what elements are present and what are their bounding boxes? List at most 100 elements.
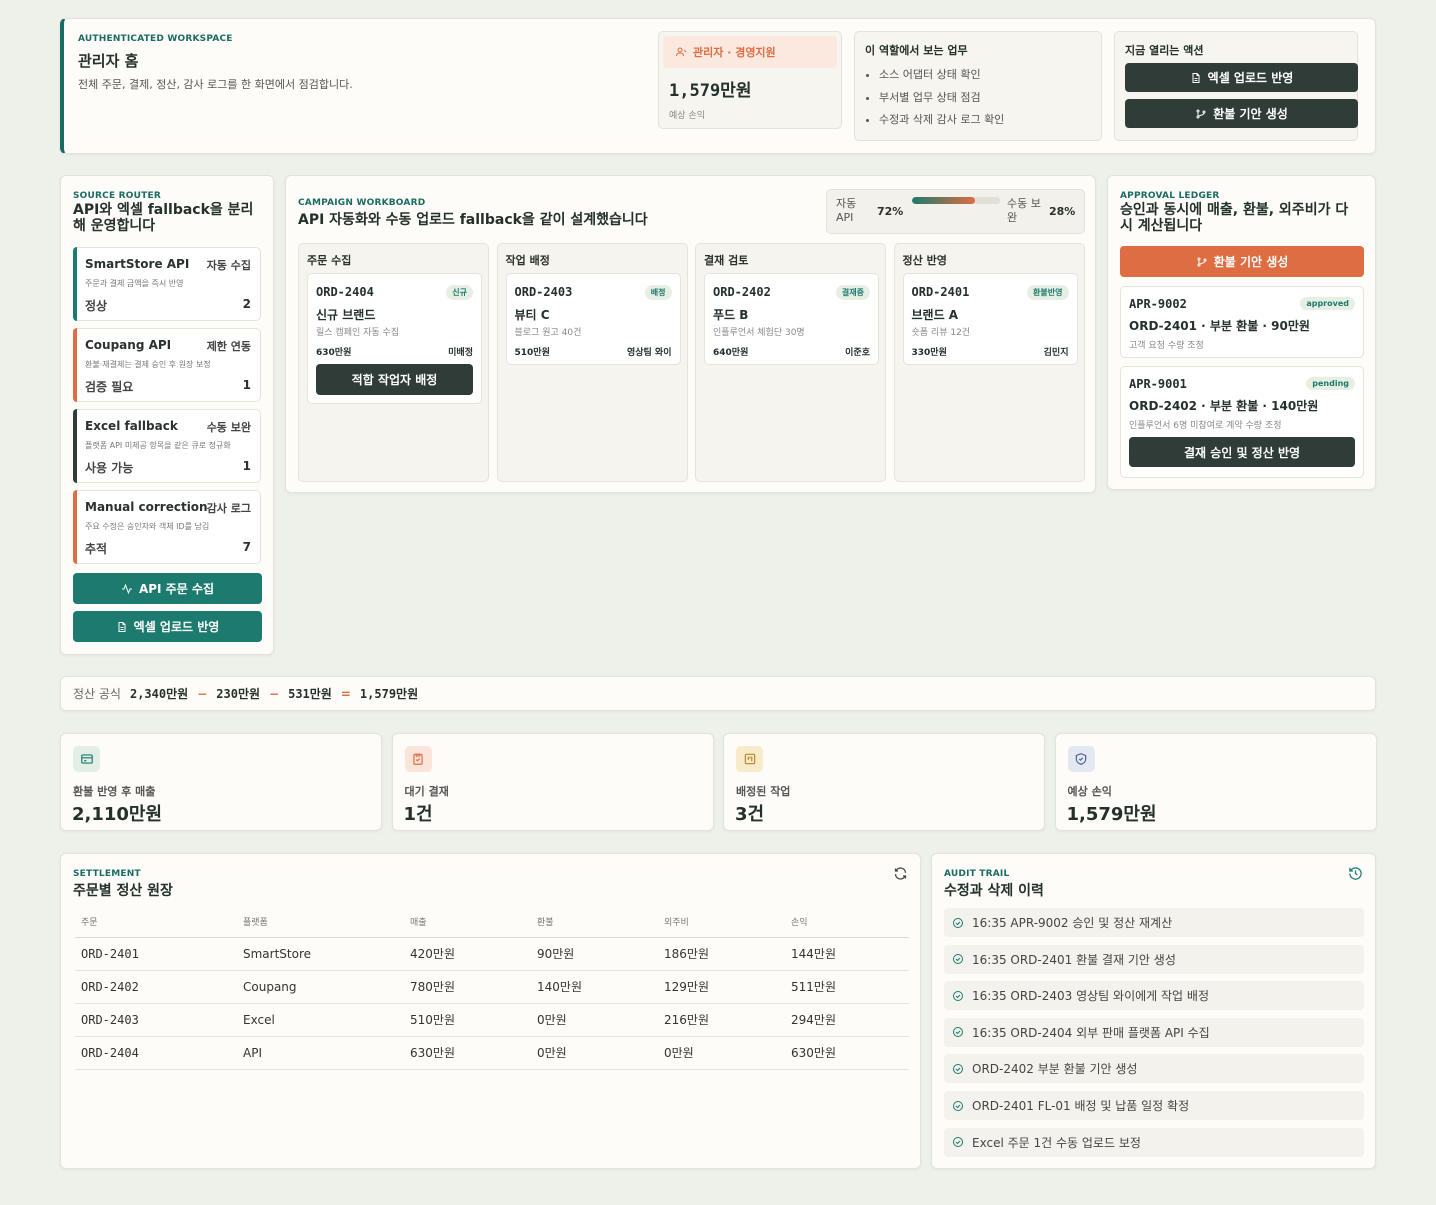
table-row[interactable]: ORD-2402 Coupang 780만원 140만원 129만원 511만원 <box>75 970 909 1004</box>
source-desc: 주요 수정은 승인자와 객체 ID를 남김 <box>85 522 210 531</box>
order-id: ORD-2404 <box>316 285 374 299</box>
audit-item[interactable]: 16:35 APR-9002 승인 및 정산 재계산 <box>944 908 1364 937</box>
loss-value: 1,579만원 <box>669 81 752 101</box>
order-amount: 640만원 <box>713 348 749 358</box>
workboard-column: 주문 수집 ORD-2404 신규 신규 브랜드 릴스 캠페인 자동 수집 630만원 미배… <box>298 243 489 482</box>
branch-icon <box>1197 257 1207 266</box>
actions-title: 지금 열리는 액션 <box>1125 44 1204 57</box>
check-circle-icon <box>953 954 963 965</box>
formula-result: 1,579만원 <box>359 687 419 701</box>
source-mode: 자동 수집 <box>206 259 251 272</box>
table-cell: 0만원 <box>658 1036 785 1070</box>
formula-refund: 230만원 <box>216 687 261 701</box>
kpi-card: 배정된 작업 3건 <box>723 733 1045 831</box>
audit-item[interactable]: ORD-2401 FL-01 배정 및 납품 일정 확정 <box>944 1091 1364 1120</box>
shield-check-icon <box>1075 753 1087 765</box>
settlement-header-row: 주문 플랫폼 매출 환불 외주비 손익 <box>75 907 909 938</box>
refund-draft-button[interactable]: 환불 기안 생성 <box>1125 99 1358 128</box>
check-circle-icon <box>953 1137 963 1148</box>
audit-item[interactable]: 16:35 ORD-2403 영상팀 와이에게 작업 배정 <box>944 981 1364 1011</box>
order-brand: 브랜드 A <box>911 308 959 322</box>
order-amount: 510만원 <box>514 348 550 358</box>
workboard-column: 결재 검토 ORD-2402 결재중 푸드 B 인플루언서 체험단 30명 640만원 이준… <box>695 243 886 482</box>
source-excel-upload-button[interactable]: 엑셀 업로드 반영 <box>73 611 262 642</box>
table-cell: ORD-2401 <box>75 937 237 971</box>
source-count: 1 <box>242 378 251 392</box>
automation-ratio: 자동 API 72% 수동 보완 28% <box>826 189 1085 234</box>
formula-cost: 531만원 <box>288 687 332 701</box>
source-desc: 주문과 결제 금액을 즉시 반영 <box>85 279 184 288</box>
kpi-value: 1,579만원 <box>1066 804 1157 825</box>
table-row[interactable]: ORD-2403 Excel 510만원 0만원 216만원 294만원 <box>75 1003 909 1037</box>
clipboard-check-icon <box>413 753 423 765</box>
settlement-title: 주문별 정산 원장 <box>73 883 173 899</box>
order-status-tag: 신규 <box>446 285 473 300</box>
audit-item[interactable]: Excel 주문 1건 수동 업로드 보정 <box>944 1127 1364 1157</box>
order-desc: 인플루언서 체험단 30명 <box>713 328 805 338</box>
role-card: 관리자 · 경영지원 1,579만원 예상 손익 <box>658 31 842 129</box>
task-item: 수정과 삭제 감사 로그 확인 <box>879 109 1004 132</box>
table-cell: Coupang <box>237 970 404 1004</box>
audit-eyebrow: AUDIT TRAIL <box>944 869 1010 879</box>
header-eyebrow: AUTHENTICATED WORKSPACE <box>78 34 233 44</box>
column-title: 주문 수집 <box>307 254 352 267</box>
source-desc: 플랫폼 API 미제공 항목을 같은 큐로 정규화 <box>85 441 231 450</box>
kpi-card: 환불 반영 후 매출 2,110만원 <box>60 733 382 831</box>
audit-text: 16:35 ORD-2404 외부 판매 플랫폼 API 수집 <box>972 1025 1210 1040</box>
workspace-header: AUTHENTICATED WORKSPACE 관리자 홈 전체 주문, 결제,… <box>60 18 1376 154</box>
source-name: SmartStore API <box>85 257 190 271</box>
user-icon <box>676 47 687 57</box>
source-card[interactable]: SmartStore API 자동 수집 주문과 결제 금액을 즉시 반영 정상 2 <box>73 247 261 321</box>
audit-item[interactable]: ORD-2402 부분 환불 기안 생성 <box>944 1054 1364 1084</box>
order-assignee: 이준호 <box>845 348 870 358</box>
source-status-bar <box>73 490 77 564</box>
ratio-bar <box>912 197 1000 204</box>
workboard-column: 정산 반영 ORD-2401 환불반영 브랜드 A 숏폼 리뷰 12건 330만원 김민지 <box>893 243 1085 482</box>
order-card[interactable]: ORD-2401 환불반영 브랜드 A 숏폼 리뷰 12건 330만원 김민지 <box>902 273 1078 365</box>
audit-title: 수정과 삭제 이력 <box>944 883 1044 899</box>
settlement-table: 주문 플랫폼 매출 환불 외주비 손익 ORD-2401 SmartStore 420만원 90… <box>75 907 909 1070</box>
approval-refund-draft-button[interactable]: 환불 기안 생성 <box>1120 246 1364 277</box>
column-title: 작업 배정 <box>505 254 550 267</box>
approval-title: 승인과 동시에 매출, 환불, 외주비가 다시 계산됩니다 <box>1120 202 1349 234</box>
order-brand: 뷰티 C <box>514 308 550 322</box>
history-icon[interactable] <box>1348 866 1363 881</box>
audit-text: 16:35 APR-9002 승인 및 정산 재계산 <box>972 916 1173 930</box>
table-cell: 186만원 <box>658 937 785 971</box>
table-row[interactable]: ORD-2401 SmartStore 420만원 90만원 186만원 144만원 <box>75 937 909 971</box>
manual-pct: 28% <box>1049 205 1076 218</box>
audit-trail-panel: AUDIT TRAIL 수정과 삭제 이력 16:35 APR-9002 승인 … <box>931 853 1376 1169</box>
kpi-icon-wrap <box>1067 746 1095 772</box>
source-count: 1 <box>242 459 251 473</box>
audit-item[interactable]: 16:35 ORD-2404 외부 판매 플랫폼 API 수집 <box>944 1017 1364 1047</box>
source-card[interactable]: Manual correction 감사 로그 주요 수정은 승인자와 객체 ID를… <box>73 490 261 564</box>
order-card[interactable]: ORD-2404 신규 신규 브랜드 릴스 캠페인 자동 수집 630만원 미배정 적합 작… <box>307 273 482 404</box>
approval-status-tag: approved <box>1300 297 1355 310</box>
formula-minus-2: − <box>269 686 280 701</box>
table-cell: 90만원 <box>531 937 658 971</box>
audit-text: 16:35 ORD-2401 환불 결재 기안 생성 <box>972 952 1176 967</box>
audit-text: 16:35 ORD-2403 영상팀 와이에게 작업 배정 <box>972 989 1209 1004</box>
kpi-card: 대기 결재 1건 <box>391 733 714 831</box>
table-cell: 144만원 <box>785 937 909 971</box>
kpi-card: 예상 손익 1,579만원 <box>1054 733 1377 831</box>
audit-text: ORD-2402 부분 환불 기안 생성 <box>972 1062 1138 1077</box>
excel-upload-button[interactable]: 엑셀 업로드 반영 <box>1125 63 1358 92</box>
order-card[interactable]: ORD-2402 결재중 푸드 B 인플루언서 체험단 30명 640만원 이준호 <box>704 273 879 365</box>
source-card[interactable]: Coupang API 제한 연동 환불·재결제는 결제 승인 후 원장 보정 검증 … <box>73 328 261 402</box>
api-order-collect-button[interactable]: API 주문 수집 <box>73 573 262 604</box>
table-cell: API <box>237 1036 404 1070</box>
approval-item[interactable]: APR-9002 approved ORD-2401 · 부분 환불 · 90만원 고… <box>1120 286 1364 358</box>
refresh-icon[interactable] <box>893 866 908 881</box>
formula-minus-1: − <box>197 686 208 701</box>
source-card[interactable]: Excel fallback 수동 보완 플랫폼 API 미제공 항목을 같은 큐로… <box>73 409 261 483</box>
table-row[interactable]: ORD-2404 API 630만원 0만원 0만원 630만원 <box>75 1036 909 1070</box>
kpi-label: 예상 손익 <box>1067 785 1112 798</box>
order-card[interactable]: ORD-2403 배정 뷰티 C 블로그 원고 40건 510만원 영상팀 와이 <box>505 273 681 365</box>
source-name: Coupang API <box>85 338 172 352</box>
workboard-column: 작업 배정 ORD-2403 배정 뷰티 C 블로그 원고 40건 510만원 영상팀 와이 <box>496 243 688 482</box>
approve-and-settle-button[interactable]: 결재 승인 및 정산 반영 <box>1129 437 1355 467</box>
ratio-fill <box>912 197 976 204</box>
audit-item[interactable]: 16:35 ORD-2401 환불 결재 기안 생성 <box>944 944 1364 974</box>
assign-worker-button[interactable]: 적합 작업자 배정 <box>316 364 473 395</box>
